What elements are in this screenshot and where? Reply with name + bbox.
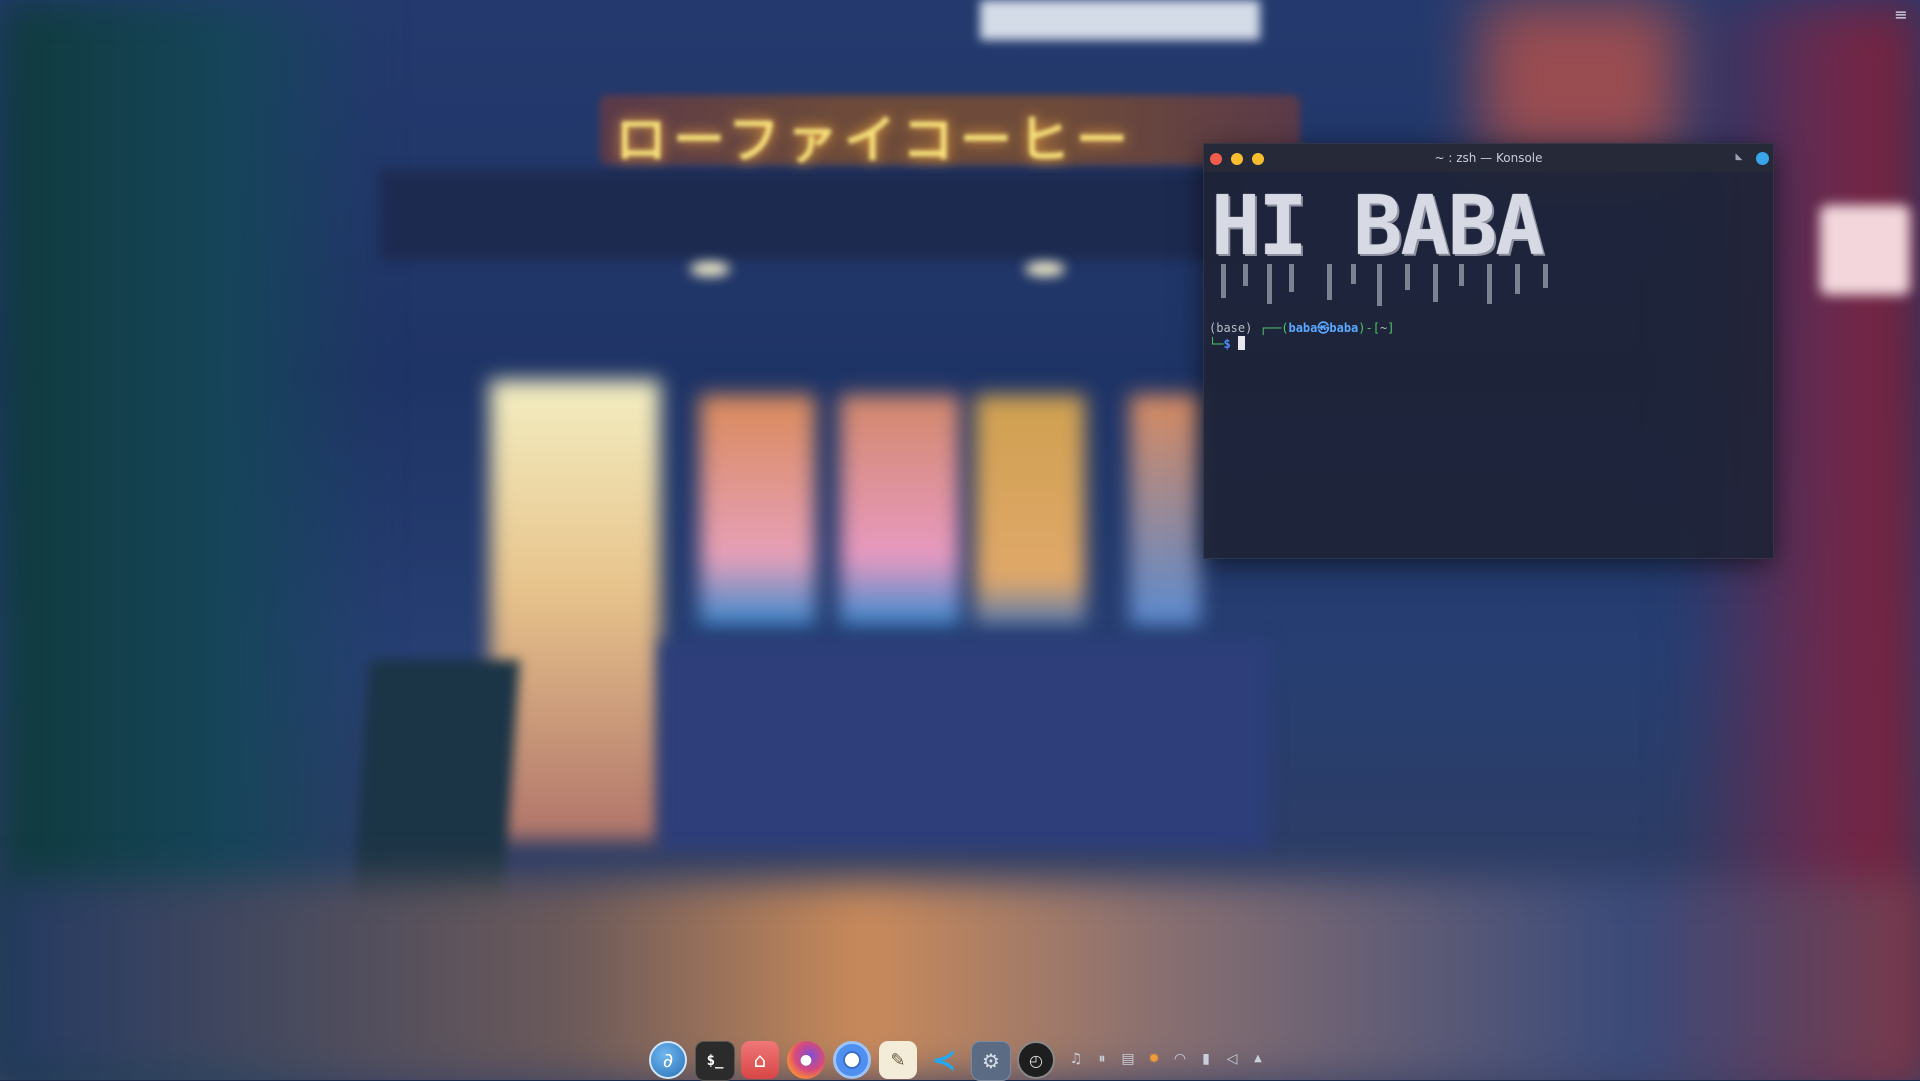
text-editor-icon[interactable]: ✎ [879,1041,917,1079]
text-cursor [1237,336,1245,350]
wifi-icon[interactable]: ◠ [1171,1050,1189,1068]
user-host: baba㉿baba [1288,321,1359,335]
vscode-icon[interactable]: ≺ [925,1041,963,1079]
tray-expand-arrow-icon[interactable]: ▲ [1249,1050,1267,1068]
media-pause-icon[interactable]: ⏸ [1093,1050,1111,1068]
firefox-icon[interactable]: ● [787,1041,825,1079]
window-titlebar[interactable]: ~ : zsh — Konsole ◣ [1204,144,1773,172]
hamburger-menu-icon[interactable]: ≡ [1890,6,1912,24]
terminal-area[interactable]: HI BABA (base) ┌──(baba㉿baba)-[~] └─$ [1204,172,1773,358]
terminal-icon[interactable]: $_ [695,1041,735,1081]
system-settings-icon[interactable]: ⚙ [971,1041,1011,1081]
clock-icon[interactable]: ◴ [1017,1041,1055,1079]
files-home-icon[interactable]: ⌂ [741,1041,779,1079]
battery-icon[interactable]: ▮ [1197,1050,1215,1068]
prompt-symbol: $ [1223,337,1231,351]
prompt-line-2[interactable]: └─$ [1209,336,1768,352]
konsole-window[interactable]: ~ : zsh — Konsole ◣ HI BABA (base) ┌──(b… [1203,143,1774,559]
conda-env: (base) [1209,321,1253,335]
ascii-banner-text: HI BABA [1211,179,1545,274]
prompt-line-1: (base) ┌──(baba㉿baba)-[~] [1209,321,1395,335]
window-title: ~ : zsh — Konsole [1434,151,1543,165]
weather-sun-icon[interactable]: ✹ [1145,1050,1163,1068]
notifications-bell-icon[interactable]: ♫ [1067,1050,1085,1068]
chromium-icon[interactable] [833,1041,871,1079]
pin-icon[interactable]: ◣ [1733,151,1745,163]
keep-above-button[interactable] [1756,152,1769,165]
volume-icon[interactable]: ◁ [1223,1050,1241,1068]
ascii-banner: HI BABA [1209,180,1569,320]
wallpaper-neon-sign: ローファイコーヒー [615,111,1134,171]
elementary-launcher-icon[interactable]: ∂ [649,1041,687,1079]
clipboard-icon[interactable]: ▤ [1119,1050,1137,1068]
